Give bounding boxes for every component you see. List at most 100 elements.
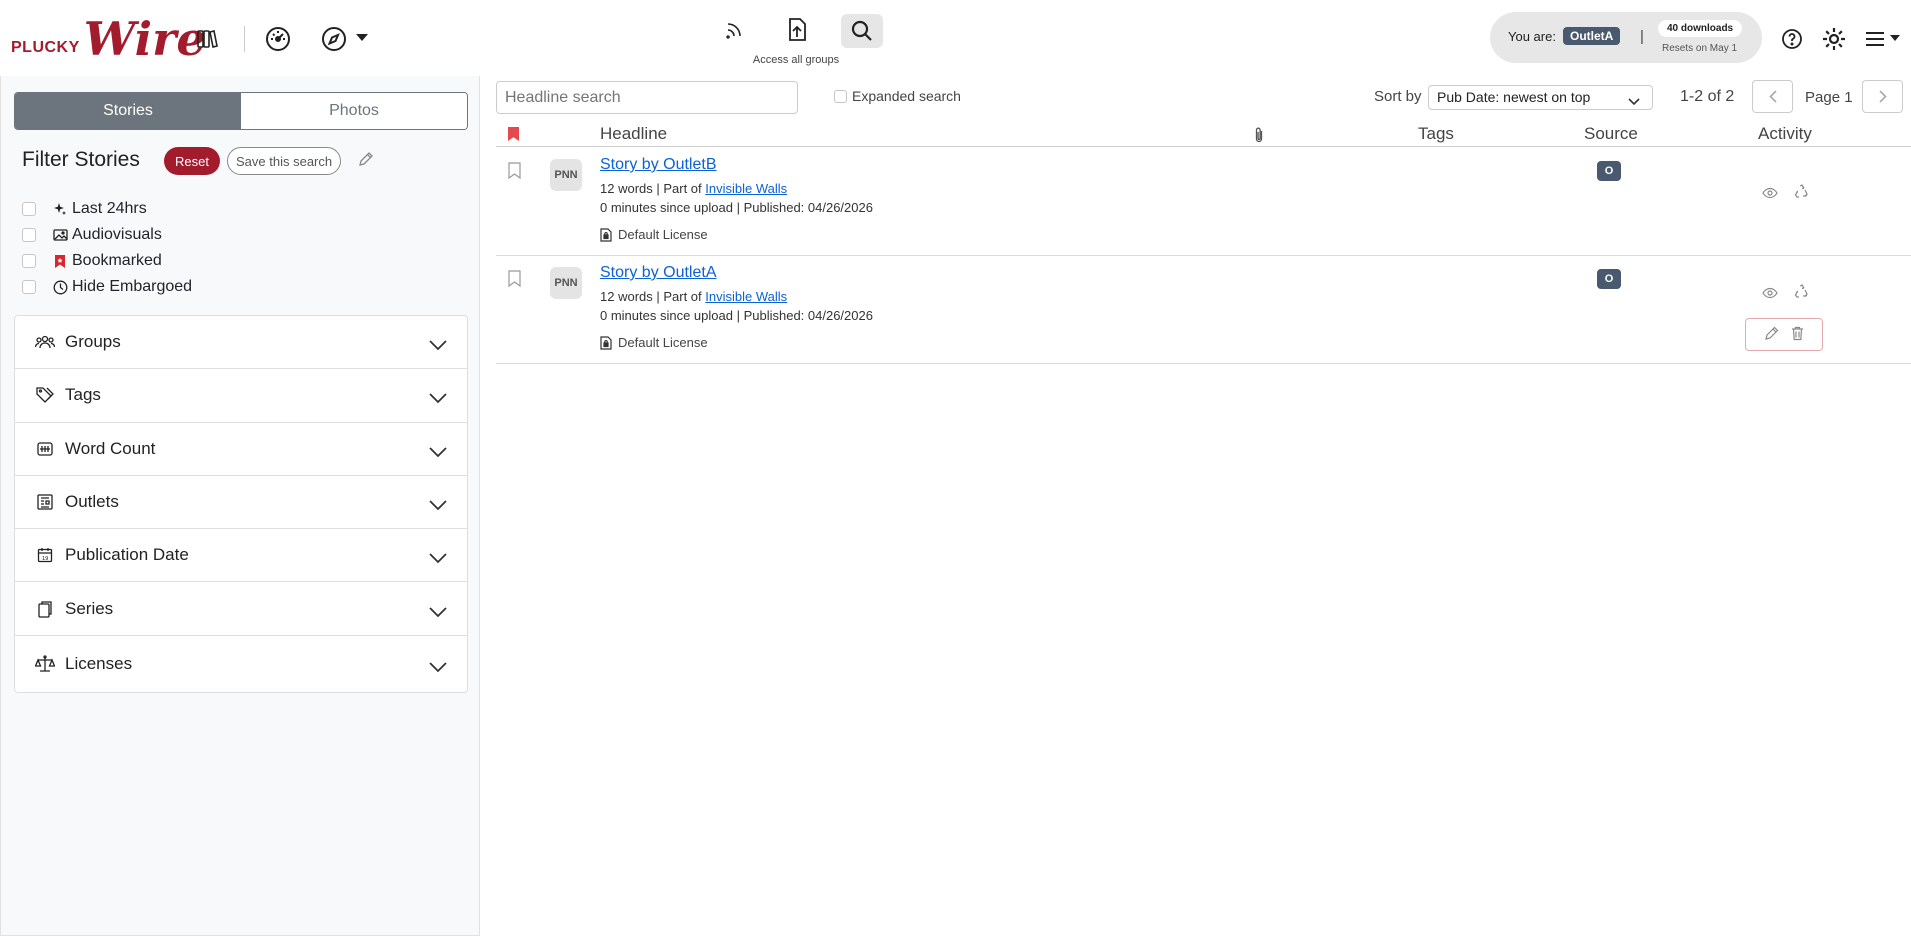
checkbox[interactable] (22, 254, 36, 268)
sort-select-value: Pub Date: newest on top (1437, 89, 1591, 105)
chevron-right-icon (1878, 90, 1887, 103)
source-badge[interactable]: O (1597, 161, 1621, 181)
tags-icon (35, 385, 55, 405)
accordion-label: Word Count (65, 438, 156, 458)
checkbox[interactable] (22, 228, 36, 242)
tab-stories[interactable]: Stories (15, 93, 241, 129)
chevron-down-icon (429, 658, 447, 678)
newspaper-icon (35, 492, 55, 512)
dashboard-icon[interactable] (263, 24, 293, 54)
license-label: Default License (618, 335, 708, 350)
result-count: 1-2 of 2 (1680, 88, 1735, 105)
compass-dropdown-chevron-icon[interactable] (355, 31, 369, 45)
license-doc-icon (600, 227, 612, 242)
filter-hide-embargoed[interactable]: Hide Embargoed (22, 276, 192, 298)
story-meta-words: 12 words | Part of Invisible Walls (600, 289, 787, 304)
calendar-icon: 19 (35, 545, 55, 565)
compass-icon[interactable] (320, 25, 348, 53)
next-page-button[interactable] (1862, 80, 1903, 113)
top-navbar: PLUCKY Wire Access all groups You are: O… (0, 0, 1911, 76)
accordion-licenses[interactable]: Licenses (15, 636, 467, 692)
checkbox[interactable] (22, 280, 36, 294)
sort-select[interactable]: Pub Date: newest on top (1428, 85, 1653, 110)
nav-divider (244, 26, 245, 52)
column-source[interactable]: Source (1584, 124, 1638, 144)
bookmark-column-icon[interactable] (507, 126, 520, 147)
svg-text:19: 19 (42, 556, 48, 562)
pencil-icon[interactable] (1764, 326, 1779, 344)
content-type-toggle: Stories Photos (14, 92, 468, 130)
series-link[interactable]: Invisible Walls (705, 181, 787, 196)
logo-plucky: PLUCKY (11, 39, 80, 56)
logo[interactable]: PLUCKY Wire (11, 12, 206, 62)
page-label: Page 1 (1805, 89, 1853, 106)
accordion-groups[interactable]: Groups (15, 316, 467, 370)
menu-dropdown-chevron-icon[interactable] (1890, 34, 1900, 42)
accordion-tags[interactable]: Tags (15, 369, 467, 423)
accordion-word-count[interactable]: Word Count (15, 423, 467, 476)
story-headline-link[interactable]: Story by OutletA (600, 264, 717, 282)
logo-wire: Wire (83, 12, 206, 66)
gear-icon[interactable] (1820, 25, 1848, 53)
table-row: PNN Story by OutletB 12 words | Part of … (496, 148, 1911, 256)
scales-icon (35, 654, 55, 674)
prev-page-button[interactable] (1752, 80, 1793, 113)
expanded-search-toggle[interactable]: Expanded search (834, 88, 961, 104)
paperclip-icon (1254, 127, 1264, 148)
source-badge[interactable]: O (1597, 269, 1621, 289)
sparkle-icon (52, 201, 68, 217)
series-link[interactable]: Invisible Walls (705, 289, 787, 304)
eye-icon[interactable] (1762, 186, 1778, 202)
save-search-button[interactable]: Save this search (227, 147, 342, 175)
word-count-icon (35, 439, 55, 459)
chevron-down-icon (1628, 93, 1640, 109)
menu-icon[interactable] (1864, 28, 1888, 50)
chevron-left-icon (1768, 90, 1777, 103)
source-logo-badge: PNN (550, 159, 582, 191)
trash-icon[interactable] (1791, 326, 1804, 344)
filter-bookmarked[interactable]: Bookmarked (22, 250, 162, 272)
accordion-series[interactable]: Series (15, 582, 467, 636)
you-are-label: You are: (1508, 29, 1556, 44)
reset-button[interactable]: Reset (164, 147, 220, 175)
column-activity: Activity (1758, 124, 1812, 143)
bookmark-outline-icon[interactable] (508, 162, 521, 182)
accordion-publication-date[interactable]: 19 Publication Date (15, 529, 467, 583)
library-icon[interactable] (194, 26, 220, 52)
search-icon[interactable] (841, 14, 883, 48)
headline-search-input[interactable] (496, 81, 798, 114)
column-headline[interactable]: Headline (600, 124, 667, 144)
accordion-label: Licenses (65, 653, 133, 673)
eye-icon[interactable] (1762, 286, 1778, 302)
accordion-outlets[interactable]: Outlets (15, 476, 467, 530)
bookmark-outline-icon[interactable] (508, 270, 521, 290)
resets-label: Resets on May 1 (1662, 43, 1738, 54)
word-count-text: 12 words | Part of (600, 289, 706, 304)
edit-delete-group (1745, 318, 1823, 351)
story-headline-link[interactable]: Story by OutletB (600, 156, 717, 174)
edit-search-pencil-icon[interactable] (358, 151, 374, 170)
column-tags[interactable]: Tags (1418, 124, 1454, 144)
expanded-search-checkbox[interactable] (834, 89, 847, 103)
chevron-down-icon (429, 389, 447, 409)
story-meta-words: 12 words | Part of Invisible Walls (600, 181, 787, 196)
accordion-label: Outlets (65, 492, 119, 512)
help-icon[interactable] (1780, 27, 1804, 51)
upload-icon[interactable] (784, 15, 810, 45)
tab-photos[interactable]: Photos (241, 93, 467, 129)
filter-last-24hrs[interactable]: Last 24hrs (22, 198, 147, 220)
chevron-down-icon (429, 336, 447, 356)
filter-label: Last 24hrs (72, 200, 147, 217)
checkbox[interactable] (22, 202, 36, 216)
downloads-badge: 40 downloads (1658, 20, 1743, 37)
recycle-icon[interactable] (1794, 284, 1810, 302)
filter-audiovisuals[interactable]: Audiovisuals (22, 224, 162, 246)
filter-title: Filter Stories (22, 148, 140, 171)
chevron-down-icon (429, 549, 447, 569)
bookmark-icon (52, 253, 68, 269)
rss-icon[interactable] (722, 18, 746, 42)
current-outlet-badge[interactable]: OutletA (1563, 27, 1621, 45)
accordion-label: Groups (65, 332, 121, 352)
filter-accordion: Groups Tags Word Count Outlets 19 Public… (14, 315, 468, 693)
recycle-icon[interactable] (1794, 184, 1810, 202)
